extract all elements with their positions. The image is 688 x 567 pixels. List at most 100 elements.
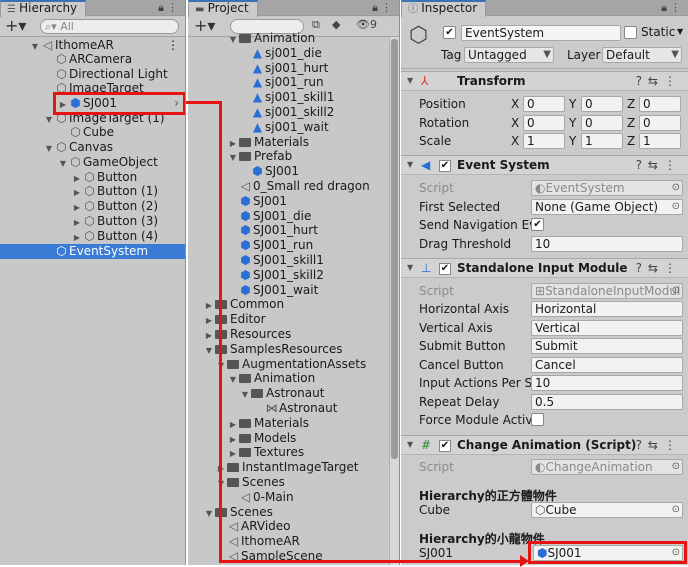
component-tools-icons[interactable]: ?⇆⋮ bbox=[636, 156, 682, 174]
foldout-arrow-icon[interactable]: ▶ bbox=[72, 215, 82, 230]
foldout-arrow-icon[interactable]: ▶ bbox=[72, 230, 82, 245]
project-scrollbar[interactable] bbox=[389, 37, 399, 565]
foldout-arrow-icon[interactable]: ▼ bbox=[58, 156, 68, 171]
hierarchy-row[interactable]: ⬡Directional Light bbox=[0, 67, 185, 82]
change-animation-enabled-checkbox[interactable]: ✔ bbox=[439, 440, 451, 452]
drag-threshold-field[interactable]: 10 bbox=[531, 236, 683, 252]
target-icon[interactable]: ⊙ bbox=[672, 200, 680, 214]
hierarchy-row[interactable]: ▶⬢SJ001› bbox=[0, 96, 185, 111]
static-dropdown-arrow[interactable]: ▼ bbox=[677, 27, 683, 36]
component-tools-icons[interactable]: ?⇆⋮ bbox=[636, 436, 682, 454]
foldout-arrow-icon[interactable]: ▶ bbox=[204, 313, 214, 328]
hierarchy-row[interactable]: ▶⬡Button bbox=[0, 170, 185, 185]
transform-rotation-z-field[interactable]: 0 bbox=[639, 115, 681, 131]
hierarchy-tab[interactable]: ☰ Hierarchy bbox=[0, 0, 86, 17]
foldout-arrow-icon[interactable]: ▼ bbox=[44, 141, 54, 156]
project-row[interactable]: ▲sj001_run bbox=[188, 75, 399, 90]
more-menu-icon[interactable]: ⋮ bbox=[167, 38, 179, 53]
foldout-arrow-icon[interactable]: ▼ bbox=[407, 72, 413, 90]
hierarchy-row[interactable]: ▶⬡Button (3) bbox=[0, 214, 185, 229]
component-tools-icons[interactable]: ?⇆⋮ bbox=[636, 259, 682, 277]
hierarchy-row[interactable]: ⬡ARCamera bbox=[0, 52, 185, 67]
foldout-arrow-icon[interactable]: ▼ bbox=[228, 372, 238, 387]
standalone-submit-field[interactable]: Submit bbox=[531, 338, 683, 354]
change-animation-section-header[interactable]: ▼ # ✔ Change Animation (Script) ?⇆⋮ bbox=[401, 435, 688, 455]
project-row[interactable]: ▲sj001_die bbox=[188, 46, 399, 61]
hierarchy-row[interactable]: ▶⬡Button (2) bbox=[0, 199, 185, 214]
foldout-arrow-icon[interactable]: ▶ bbox=[228, 417, 238, 432]
hierarchy-row[interactable]: ▶⬡Button (1) bbox=[0, 184, 185, 199]
project-tab[interactable]: ▬ Project bbox=[188, 0, 258, 17]
transform-position-z-field[interactable]: 0 bbox=[639, 96, 681, 112]
foldout-arrow-icon[interactable]: ▶ bbox=[58, 97, 68, 112]
foldout-arrow-icon[interactable]: ▼ bbox=[228, 32, 238, 47]
inspector-tab-tools[interactable]: 🔒︎⋮ bbox=[661, 1, 684, 15]
static-checkbox[interactable] bbox=[624, 26, 637, 39]
event-system-section-header[interactable]: ▼ ◀ ✔ Event System ?⇆⋮ bbox=[401, 155, 688, 175]
layer-dropdown[interactable]: Default▼ bbox=[602, 47, 682, 63]
target-icon[interactable]: ⊙ bbox=[672, 460, 680, 474]
object-active-checkbox[interactable]: ✔ bbox=[443, 26, 456, 39]
foldout-arrow-icon[interactable]: ▶ bbox=[204, 298, 214, 313]
target-icon[interactable]: ⊙ bbox=[672, 284, 680, 298]
send-navigation-checkbox[interactable]: ✔ bbox=[531, 218, 544, 231]
hidden-packages-icon[interactable]: 👁︎9 bbox=[356, 18, 377, 31]
gameobject-cube-icon[interactable]: ⬡ bbox=[409, 23, 428, 48]
standalone-iaps-field[interactable]: 10 bbox=[531, 375, 683, 391]
hierarchy-row[interactable]: ⬡Cube bbox=[0, 125, 185, 140]
foldout-arrow-icon[interactable]: ▼ bbox=[240, 387, 250, 402]
hierarchy-row[interactable]: ⬡EventSystem bbox=[0, 244, 185, 259]
foldout-arrow-icon[interactable]: ▶ bbox=[228, 446, 238, 461]
event-system-enabled-checkbox[interactable]: ✔ bbox=[439, 160, 451, 172]
foldout-arrow-icon[interactable]: ▼ bbox=[228, 150, 238, 165]
standalone-enabled-checkbox[interactable]: ✔ bbox=[439, 263, 451, 275]
standalone-h_axis-field[interactable]: Horizontal bbox=[531, 301, 683, 317]
tag-dropdown[interactable]: Untagged▼ bbox=[464, 47, 554, 63]
foldout-arrow-icon[interactable]: ▶ bbox=[72, 185, 82, 200]
chevron-right-icon[interactable]: › bbox=[174, 96, 179, 111]
transform-scale-z-field[interactable]: 1 bbox=[639, 133, 681, 149]
standalone-v_axis-field[interactable]: Vertical bbox=[531, 320, 683, 336]
first-selected-field[interactable]: None (Game Object)⊙ bbox=[531, 199, 683, 215]
foldout-arrow-icon[interactable]: ▼ bbox=[204, 343, 214, 358]
transform-rotation-y-field[interactable]: 0 bbox=[581, 115, 623, 131]
foldout-arrow-icon[interactable]: ▶ bbox=[72, 200, 82, 215]
foldout-arrow-icon[interactable]: ▼ bbox=[407, 259, 413, 277]
foldout-arrow-icon[interactable]: ▶ bbox=[204, 328, 214, 343]
standalone-input-section-header[interactable]: ▼ ⊥ ✔ Standalone Input Module ?⇆⋮ bbox=[401, 258, 688, 278]
object-name-field[interactable]: EventSystem bbox=[461, 25, 621, 41]
project-row[interactable]: ▲sj001_hurt bbox=[188, 61, 399, 76]
inspector-tab[interactable]: ⓘ Inspector bbox=[401, 0, 486, 17]
cube-object-field[interactable]: ⬡Cube⊙ bbox=[531, 502, 683, 518]
project-tab-tools[interactable]: 🔒︎⋮ bbox=[372, 1, 395, 15]
transform-rotation-x-field[interactable]: 0 bbox=[523, 115, 565, 131]
project-row[interactable]: ▼Animation bbox=[188, 31, 399, 46]
hierarchy-row[interactable]: ▼◁IthomeAR⋮ bbox=[0, 38, 185, 53]
target-icon[interactable]: ⊙ bbox=[672, 181, 680, 195]
hierarchy-row[interactable]: ▶⬡Button (4) bbox=[0, 229, 185, 244]
hierarchy-row[interactable]: ▼⬡GameObject bbox=[0, 155, 185, 170]
transform-scale-x-field[interactable]: 1 bbox=[523, 133, 565, 149]
standalone-repeat-field[interactable]: 0.5 bbox=[531, 394, 683, 410]
target-icon[interactable]: ⊙ bbox=[672, 503, 680, 517]
hierarchy-search-input[interactable]: ⌕▾ All bbox=[40, 19, 179, 34]
transform-position-x-field[interactable]: 0 bbox=[523, 96, 565, 112]
label-tag-icon[interactable]: ◆ bbox=[332, 18, 340, 31]
hierarchy-row[interactable]: ⬡ImageTarget bbox=[0, 81, 185, 96]
component-tools-icons[interactable]: ?⇆⋮ bbox=[636, 72, 682, 90]
search-by-type-icon[interactable]: ⧉ bbox=[312, 18, 320, 32]
standalone-cancel-field[interactable]: Cancel bbox=[531, 357, 683, 373]
hierarchy-row[interactable]: ▼⬡ImageTarget (1) bbox=[0, 111, 185, 126]
force-module-active-checkbox[interactable] bbox=[531, 413, 544, 426]
add-plus-icon[interactable]: +▾ bbox=[5, 17, 26, 35]
foldout-arrow-icon[interactable]: ▼ bbox=[407, 436, 413, 454]
foldout-arrow-icon[interactable]: ▶ bbox=[228, 136, 238, 151]
hierarchy-row[interactable]: ▼⬡Canvas bbox=[0, 140, 185, 155]
transform-position-y-field[interactable]: 0 bbox=[581, 96, 623, 112]
hierarchy-tab-tools[interactable]: 🔒︎⋮ bbox=[158, 1, 181, 15]
foldout-arrow-icon[interactable]: ▼ bbox=[204, 506, 214, 521]
foldout-arrow-icon[interactable]: ▼ bbox=[407, 156, 413, 174]
transform-section-header[interactable]: ▼ ⅄ Transform ?⇆⋮ bbox=[401, 71, 688, 91]
sj001-object-field[interactable]: ⬢SJ001⊙ bbox=[533, 545, 683, 561]
foldout-arrow-icon[interactable]: ▶ bbox=[228, 432, 238, 447]
